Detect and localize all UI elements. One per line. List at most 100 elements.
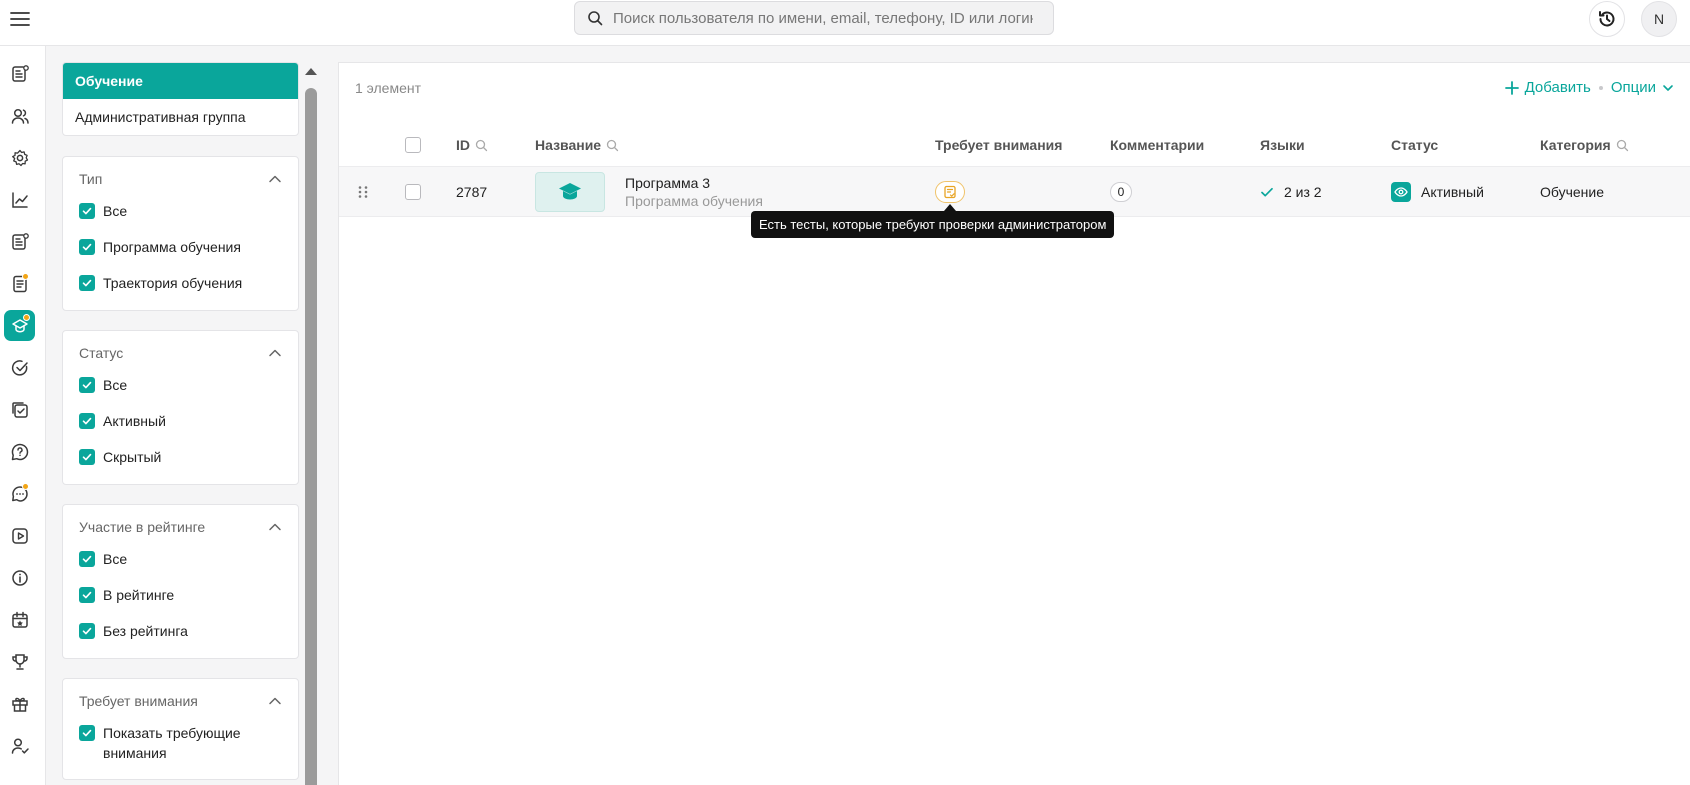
filter-rating-in[interactable]: В рейтинге [63, 585, 298, 621]
checkbox[interactable] [405, 184, 421, 200]
separator-dot [1598, 85, 1603, 90]
column-search-icon[interactable] [1616, 139, 1629, 152]
column-languages: Языки [1260, 123, 1305, 167]
filter-type-trajectory[interactable]: Траектория обучения [63, 273, 298, 309]
column-category[interactable]: Категория [1540, 123, 1629, 167]
scrollbar-thumb[interactable] [305, 88, 317, 785]
category-item-learning[interactable]: Обучение [63, 63, 298, 99]
column-name[interactable]: Название [535, 123, 619, 167]
attention-badge[interactable] [935, 181, 965, 203]
chevron-up-icon [268, 172, 282, 186]
row-title[interactable]: Программа 3 [625, 174, 710, 192]
filter-rating-header[interactable]: Участие в рейтинге [63, 505, 298, 549]
filter-attention-header[interactable]: Требует внимания [63, 679, 298, 723]
graduation-cap-icon[interactable] [535, 172, 605, 212]
scroll-up-arrow-icon[interactable] [305, 68, 317, 75]
status-label: Активный [1421, 184, 1484, 200]
category-item-admin-group[interactable]: Административная группа [63, 99, 298, 135]
column-languages-label: Языки [1260, 137, 1305, 153]
rail-trophy-button[interactable] [4, 646, 35, 677]
rail-news-button[interactable] [4, 58, 35, 89]
rail-settings-button[interactable] [4, 142, 35, 173]
column-category-label: Категория [1540, 137, 1611, 153]
user-check-icon [10, 736, 30, 756]
drag-handle-icon[interactable] [357, 167, 369, 217]
history-button[interactable] [1589, 1, 1625, 37]
filter-type-all[interactable]: Все [63, 201, 298, 237]
rail-checklists-button[interactable] [4, 394, 35, 425]
options-button[interactable]: Опции [1611, 79, 1674, 96]
row-thumbnail[interactable] [535, 167, 605, 217]
checkbox-checked-icon[interactable] [79, 275, 95, 291]
column-id[interactable]: ID [456, 123, 488, 167]
filter-status-all[interactable]: Все [63, 375, 298, 411]
filter-scrollbar[interactable] [305, 68, 317, 785]
checkbox-checked-icon[interactable] [79, 377, 95, 393]
rail-analytics-button[interactable] [4, 184, 35, 215]
options-label: Опции [1610, 79, 1656, 96]
info-icon [10, 568, 30, 588]
category-list: Обучение Административная группа [62, 62, 299, 136]
search-input[interactable] [613, 9, 1033, 27]
checkbox-checked-icon[interactable] [79, 725, 95, 741]
settings-icon [10, 148, 30, 168]
checkbox-checked-icon[interactable] [79, 587, 95, 603]
rail-calendar-button[interactable] [4, 604, 35, 635]
filter-status-header[interactable]: Статус [63, 331, 298, 375]
column-search-icon[interactable] [475, 139, 488, 152]
list-actions: Добавить Опции [1504, 79, 1674, 96]
filter-option-label: Все [103, 551, 128, 567]
checkbox[interactable] [405, 137, 421, 153]
checkbox-checked-icon[interactable] [79, 551, 95, 567]
select-all-checkbox[interactable] [405, 123, 421, 167]
rail-video-button[interactable] [4, 520, 35, 551]
rail-learning-button[interactable] [4, 310, 35, 341]
column-search-icon[interactable] [606, 139, 619, 152]
hamburger-menu-icon[interactable] [8, 7, 32, 31]
filter-status-active[interactable]: Активный [63, 411, 298, 447]
filter-attention-show[interactable]: Показать требующие внимания [63, 723, 298, 775]
row-checkbox[interactable] [405, 167, 421, 217]
column-status: Статус [1391, 123, 1438, 167]
row-id: 2787 [456, 184, 488, 200]
checkbox-checked-icon[interactable] [79, 203, 95, 219]
user-avatar[interactable]: N [1641, 1, 1677, 37]
filter-rating: Участие в рейтинге Все В рейтинге Без ре… [62, 504, 299, 659]
filter-type-header[interactable]: Тип [63, 157, 298, 201]
rail-chat-button[interactable] [4, 478, 35, 509]
rail-gift-button[interactable] [4, 688, 35, 719]
rail-tasks-button[interactable] [4, 352, 35, 383]
rail-documents-button[interactable] [4, 268, 35, 299]
plus-icon [1504, 80, 1519, 95]
add-button[interactable]: Добавить [1504, 79, 1591, 96]
row-subtitle: Программа обучения [625, 193, 763, 209]
comments-count-badge[interactable]: 0 [1110, 182, 1132, 202]
check-icon [1260, 185, 1274, 199]
filter-option-label: Показать требующие внимания [103, 725, 241, 761]
rail-faq-button[interactable] [4, 436, 35, 467]
table-row[interactable]: 2787 Программа 3 Программа обучения 0 2 … [339, 167, 1690, 217]
filter-rating-all[interactable]: Все [63, 549, 298, 585]
video-icon [10, 526, 30, 546]
filter-option-label: Все [103, 203, 128, 219]
rail-user-check-button[interactable] [4, 730, 35, 761]
rail-users-button[interactable] [4, 100, 35, 131]
rail-articles-button[interactable] [4, 226, 35, 257]
row-status[interactable]: Активный [1391, 167, 1484, 217]
languages-count: 2 из 2 [1284, 184, 1322, 200]
row-comments: 0 [1110, 167, 1132, 217]
row-languages[interactable]: 2 из 2 [1260, 167, 1322, 217]
checkbox-checked-icon[interactable] [79, 239, 95, 255]
rail-info-button[interactable] [4, 562, 35, 593]
global-search[interactable] [574, 1, 1054, 35]
filter-status-hidden[interactable]: Скрытый [63, 447, 298, 483]
filter-type-program[interactable]: Программа обучения [63, 237, 298, 273]
eye-icon [1391, 182, 1411, 202]
checkbox-checked-icon[interactable] [79, 623, 95, 639]
filter-rating-none[interactable]: Без рейтинга [63, 621, 298, 657]
checkbox-checked-icon[interactable] [79, 449, 95, 465]
filter-option-label: Программа обучения [103, 239, 241, 255]
checkbox-checked-icon[interactable] [79, 413, 95, 429]
news-icon [10, 64, 30, 84]
filter-rating-title: Участие в рейтинге [79, 519, 206, 535]
